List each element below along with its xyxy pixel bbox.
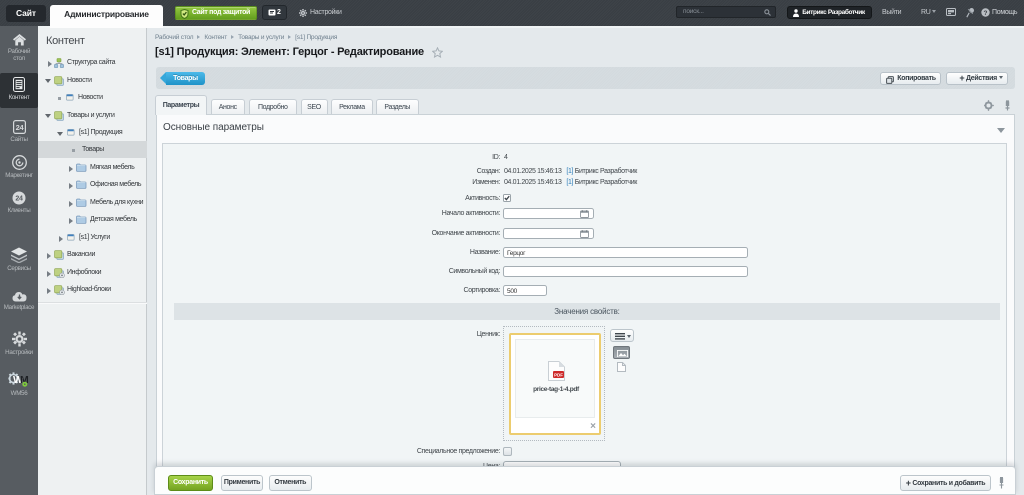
svg-text:24: 24 — [15, 123, 24, 132]
svg-text:PDF: PDF — [554, 372, 563, 377]
svg-text:24: 24 — [15, 196, 23, 203]
svg-text:?: ? — [984, 10, 988, 17]
